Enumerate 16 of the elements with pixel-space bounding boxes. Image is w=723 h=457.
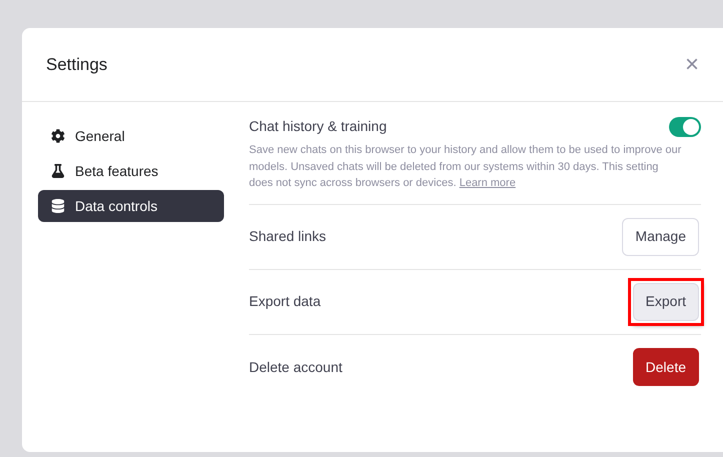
delete-button[interactable]: Delete xyxy=(632,348,699,386)
action-button[interactable]: Export xyxy=(632,282,699,320)
sidebar-item[interactable]: General xyxy=(38,120,224,152)
action-button[interactable]: Manage xyxy=(622,218,699,256)
database-icon xyxy=(51,199,65,213)
setting-description: Save new chats on this browser to your history and allow them to be used to improve our models. Unsaved chats will be deleted from our systems within 30 days. This setting does not sync across browsers or devices. Learn more xyxy=(249,143,682,191)
flask-icon xyxy=(51,164,65,178)
gear-icon xyxy=(51,129,65,143)
setting-label: Export data xyxy=(249,292,321,311)
setting-label: Shared links xyxy=(249,227,326,246)
sidebar-item[interactable]: Data controls xyxy=(38,190,224,222)
sidebar-item[interactable]: Beta features xyxy=(38,155,224,187)
toggle-switch[interactable] xyxy=(669,116,701,136)
dialog-title: Settings xyxy=(46,54,108,76)
setting-label: Delete account xyxy=(249,358,342,376)
setting-label: Chat history & training xyxy=(249,117,387,136)
